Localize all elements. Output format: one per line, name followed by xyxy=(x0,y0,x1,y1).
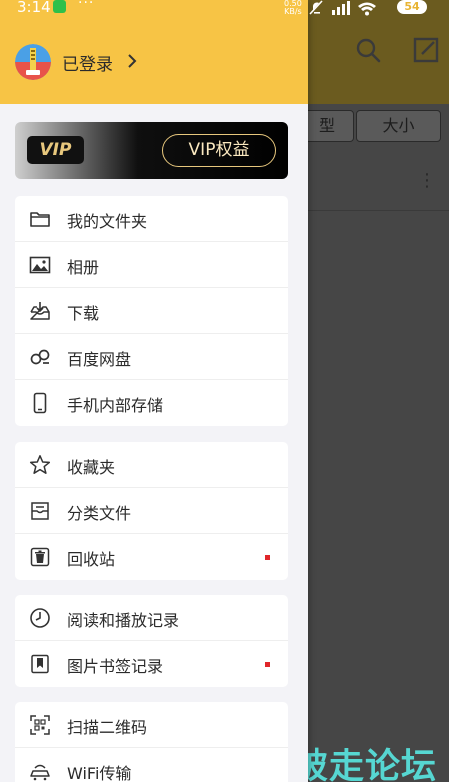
trash-icon xyxy=(30,547,50,567)
menu-item-wifi-transfer[interactable]: WiFi传输 xyxy=(15,748,288,782)
forum-watermark: 破走论坛 xyxy=(293,747,438,782)
menu-item-label: 阅读和播放记录 xyxy=(67,611,180,630)
phone-icon xyxy=(33,392,47,414)
red-dot-badge xyxy=(265,662,270,667)
avatar[interactable] xyxy=(15,44,51,80)
menu-item-album[interactable]: 相册 xyxy=(15,242,288,288)
battery-indicator: 54 xyxy=(397,0,427,14)
menu-item-label: 图片书签记录 xyxy=(67,657,164,676)
menu-item-label: 百度网盘 xyxy=(67,350,132,369)
more-vert-icon: ⋮ xyxy=(418,170,436,191)
signal-icon xyxy=(332,1,350,15)
navigation-drawer: 已登录 VIP VIP权益 我的文件夹 相册 下载 百度网盘 手机内部存储 收藏… xyxy=(0,0,308,782)
menu-item-internal-storage[interactable]: 手机内部存储 xyxy=(15,380,288,426)
background-sort-tabs: 型 大小 xyxy=(300,110,449,144)
inbox-icon xyxy=(31,502,49,520)
red-dot-badge xyxy=(265,555,270,560)
login-status[interactable]: 已登录 xyxy=(62,50,113,75)
net-speed: 0.50 KB/s xyxy=(284,0,302,16)
bookmark-icon xyxy=(31,654,49,674)
cloud-link-icon xyxy=(30,349,50,365)
tab-type: 型 xyxy=(300,110,354,142)
menu-group-collections: 收藏夹 分类文件 回收站 xyxy=(15,442,288,580)
menu-item-baidu-netdisk[interactable]: 百度网盘 xyxy=(15,334,288,380)
search-icon xyxy=(356,38,381,63)
chevron-right-icon[interactable] xyxy=(124,52,140,70)
qr-scan-icon xyxy=(30,715,50,735)
wifi-icon xyxy=(358,2,376,16)
wifi-transfer-icon xyxy=(30,764,50,781)
more-notifications-icon: ··· xyxy=(78,0,95,11)
mute-icon xyxy=(309,0,323,15)
menu-item-label: 下载 xyxy=(67,304,100,323)
menu-item-label: 手机内部存储 xyxy=(67,396,164,415)
image-icon xyxy=(29,256,51,274)
menu-item-label: 回收站 xyxy=(67,550,116,569)
menu-item-label: 分类文件 xyxy=(67,504,132,523)
menu-item-label: 收藏夹 xyxy=(67,458,116,477)
edit-icon xyxy=(413,37,439,63)
status-time: 3:14 xyxy=(17,0,51,16)
menu-group-storage: 我的文件夹 相册 下载 百度网盘 手机内部存储 xyxy=(15,196,288,426)
menu-item-label: 我的文件夹 xyxy=(67,212,148,231)
menu-item-download[interactable]: 下载 xyxy=(15,288,288,334)
menu-item-my-folders[interactable]: 我的文件夹 xyxy=(15,196,288,242)
menu-item-label: 扫描二维码 xyxy=(67,718,148,737)
menu-item-image-bookmarks[interactable]: 图片书签记录 xyxy=(15,641,288,687)
vip-logo-text: VIP xyxy=(39,140,72,160)
download-tray-icon xyxy=(30,302,50,320)
status-icons xyxy=(309,0,376,16)
menu-item-read-play-history[interactable]: 阅读和播放记录 xyxy=(15,595,288,641)
menu-item-recycle-bin[interactable]: 回收站 xyxy=(15,534,288,580)
menu-item-scan-qr[interactable]: 扫描二维码 xyxy=(15,702,288,748)
status-bar: 3:14 ··· 0.50 KB/s 54 xyxy=(0,0,449,18)
menu-item-label: WiFi传输 xyxy=(67,764,132,782)
vip-benefits-button[interactable]: VIP权益 xyxy=(162,134,276,167)
menu-item-label: 相册 xyxy=(67,258,100,277)
vip-banner[interactable]: VIP VIP权益 xyxy=(15,122,288,179)
star-icon xyxy=(29,455,51,474)
clock-icon xyxy=(30,608,50,628)
folder-icon xyxy=(30,212,50,227)
menu-group-history: 阅读和播放记录 图片书签记录 xyxy=(15,595,288,687)
tab-size: 大小 xyxy=(356,110,441,142)
menu-item-favorites[interactable]: 收藏夹 xyxy=(15,442,288,488)
menu-group-tools: 扫描二维码 WiFi传输 xyxy=(15,702,288,782)
menu-item-categories[interactable]: 分类文件 xyxy=(15,488,288,534)
net-speed-unit: KB/s xyxy=(284,7,302,16)
vip-logo: VIP xyxy=(27,136,84,164)
divider xyxy=(300,210,449,211)
app-notification-icon xyxy=(53,0,66,13)
